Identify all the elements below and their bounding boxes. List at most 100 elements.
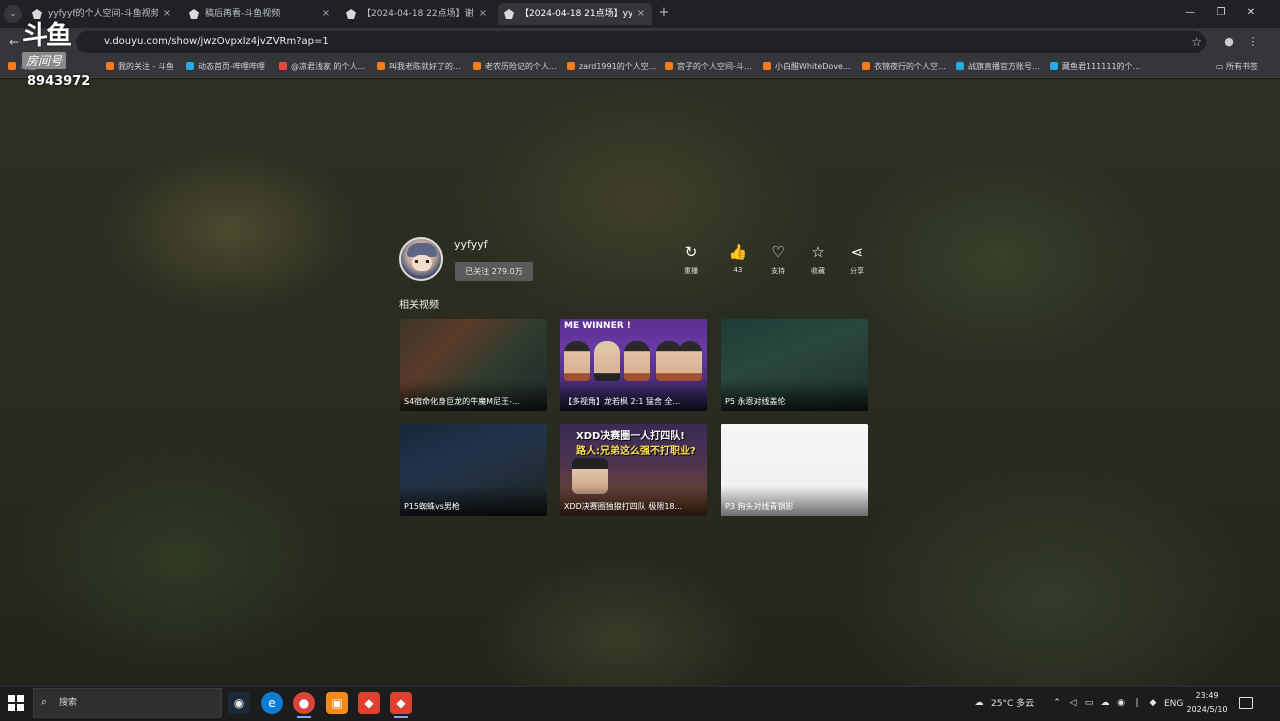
bookmark-label: 老农历险记的个人... (485, 62, 557, 71)
douyu-app-icon-2[interactable]: ◆ (390, 692, 412, 718)
author-name[interactable]: yyfyyf (454, 238, 488, 251)
bookmark-favicon-icon (106, 62, 114, 70)
douyu-tray-icon[interactable]: ◆ (1147, 697, 1159, 709)
address-bar[interactable]: v.douyu.com/show/jwzOvpxlz4jvZVRm?ap=1 ☆ (76, 31, 1206, 53)
microphone-icon[interactable]: ❘ (1131, 697, 1143, 709)
tab-4-active[interactable]: 【2024-04-18 21点场】yyfyyf × (498, 3, 652, 25)
steam-icon[interactable]: ◉ (228, 692, 250, 714)
related-video-card[interactable]: P3 狗头对线青钢影 (721, 424, 868, 516)
close-window-icon[interactable]: ✕ (1241, 4, 1261, 22)
bookmark-1[interactable]: 我的关注 - 斗鱼 (106, 56, 180, 78)
like-count: 43 (733, 266, 743, 274)
bookmark-favicon-icon (665, 62, 673, 70)
language-indicator[interactable]: ENG (1164, 687, 1183, 721)
tab-close-icon[interactable]: × (319, 3, 333, 25)
related-video-card[interactable]: XDD决赛圈一人打四队! 路人:兄弟这么强不打职业? XDD决赛圈独狼打四队 极… (560, 424, 707, 516)
tab-search-button[interactable]: ⌄ (4, 5, 22, 23)
search-icon: ⌕ (41, 695, 48, 708)
bookmark-favicon-icon (8, 62, 16, 70)
chrome-icon[interactable]: ● (293, 692, 315, 718)
speaker-icon[interactable]: ◁ (1067, 697, 1079, 709)
bookmark-label: 宫子的个人空间-斗... (677, 62, 752, 71)
thumbnail-banner-text: XDD决赛圈一人打四队! (576, 431, 685, 442)
bookmark-label: 叫我老陈就好了的... (389, 62, 461, 71)
support-label: 支持 (771, 267, 785, 275)
bookmark-9[interactable]: 衣锦夜行的个人空... (862, 56, 948, 78)
back-arrow-icon[interactable]: ← (5, 33, 23, 51)
taskbar-search-box[interactable]: ⌕ 搜索 (33, 688, 222, 718)
edge-icon[interactable]: e (261, 692, 283, 714)
chevron-up-icon[interactable]: ⌃ (1051, 697, 1063, 709)
bookmark-11[interactable]: 藏鱼君111111的个... (1050, 56, 1142, 78)
bookmark-10[interactable]: 战旗直播官方账号... (956, 56, 1042, 78)
favorite-label: 收藏 (811, 267, 825, 275)
steam-tray-icon[interactable]: ◉ (1115, 697, 1127, 709)
watermark-room-label: 房间号 (22, 52, 67, 69)
bookmark-label: 动态首页-哔哩哔哩 (198, 62, 265, 71)
bookmark-label: 我的关注 - 斗鱼 (118, 62, 174, 71)
bookmark-6[interactable]: zard1991的个人空... (567, 56, 657, 78)
bookmarks-bar: 斗鱼 我的关注 - 斗鱼 动态首页-哔哩哔哩 @凉君浅家 的个人... 叫我老陈… (0, 56, 1280, 78)
url-text[interactable]: v.douyu.com/show/jwzOvpxlz4jvZVRm?ap=1 (104, 31, 329, 53)
browser-toolbar: ← v.douyu.com/show/jwzOvpxlz4jvZVRm?ap=1… (0, 28, 1280, 56)
bookmark-favicon-icon (862, 62, 870, 70)
windows-start-icon[interactable] (8, 695, 24, 711)
all-bookmarks-folder[interactable]: ▭ 所有书签 (1216, 56, 1258, 78)
related-video-card[interactable]: P5 永恩对线盖伦 (721, 319, 868, 411)
bookmark-2[interactable]: 动态首页-哔哩哔哩 (186, 56, 272, 78)
bookmark-3[interactable]: @凉君浅家 的个人... (279, 56, 369, 78)
thumbnail-banner-text: ME WINNER ! (564, 321, 631, 331)
follow-button[interactable]: 已关注 279.0万 (455, 262, 533, 281)
author-avatar[interactable] (399, 237, 443, 281)
clock-time: 23:49 (1195, 691, 1219, 700)
restore-icon[interactable]: ❐ (1211, 4, 1231, 22)
bookmark-label: 小白醋WhiteDove... (775, 62, 851, 71)
bookmark-favicon-icon (1050, 62, 1058, 70)
minimize-icon[interactable]: — (1180, 4, 1200, 22)
related-video-card[interactable]: S4宿命化身巨龙的牛魔M尼王-... (400, 319, 547, 411)
share-button[interactable]: ⋖ 分享 (842, 242, 872, 276)
app-orange-icon[interactable]: ▣ (326, 692, 348, 714)
bookmark-8[interactable]: 小白醋WhiteDove... (763, 56, 853, 78)
profile-icon[interactable]: ● (1221, 34, 1237, 50)
tab-close-icon[interactable]: × (160, 3, 174, 25)
thumbs-up-icon: 👍 (728, 243, 748, 261)
folder-icon: ▭ (1215, 62, 1226, 71)
bookmark-star-icon[interactable]: ☆ (1191, 31, 1202, 53)
bookmark-5[interactable]: 老农历险记的个人... (473, 56, 559, 78)
taskbar-clock[interactable]: 23:49 2024/5/10 (1185, 689, 1229, 717)
bookmark-favicon-icon (279, 62, 287, 70)
cloud-sync-icon[interactable]: ☁ (1099, 697, 1111, 709)
douyu-favicon-icon (32, 9, 42, 19)
bookmark-7[interactable]: 宫子的个人空间-斗... (665, 56, 755, 78)
watermark-room-id: 8943972 (27, 74, 91, 89)
clock-date: 2024/5/10 (1186, 705, 1228, 714)
related-video-card[interactable]: ME WINNER ! 【多视角】龙若枫 2:1 猛舍 全... (560, 319, 707, 411)
share-label: 分享 (850, 267, 864, 275)
weather-cloud-icon: ☁ (974, 698, 984, 708)
star-icon: ☆ (811, 243, 825, 261)
bookmark-label: 战旗直播官方账号... (968, 62, 1040, 71)
bookmark-favicon-icon (956, 62, 964, 70)
tab-close-icon[interactable]: × (476, 3, 490, 25)
network-icon[interactable]: ▭ (1083, 697, 1095, 709)
replay-icon: ↻ (684, 243, 698, 261)
notification-icon[interactable] (1239, 697, 1253, 709)
tab-close-icon[interactable]: × (634, 3, 648, 25)
bookmark-4[interactable]: 叫我老陈就好了的... (377, 56, 463, 78)
tab-2[interactable]: 稿后再看-斗鱼视频 × (183, 3, 337, 25)
bookmark-favicon-icon (186, 62, 194, 70)
favorite-button[interactable]: ☆ 收藏 (803, 242, 833, 276)
new-tab-button[interactable]: + (656, 4, 672, 22)
related-video-card[interactable]: P15蜘蛛vs男枪 (400, 424, 547, 516)
weather-text[interactable]: 25°C 多云 (991, 687, 1034, 721)
replay-button[interactable]: ↻ 重播 (676, 242, 706, 276)
search-placeholder: 搜索 (59, 698, 78, 708)
menu-kebab-icon[interactable]: ⋮ (1245, 34, 1261, 50)
tab-3[interactable]: 【2024-04-18 22点场】谢谢吃 × (340, 3, 494, 25)
support-button[interactable]: ♡ 支持 (763, 242, 793, 276)
bookmark-label: @凉君浅家 的个人... (291, 62, 366, 71)
like-button[interactable]: 👍 43 (723, 242, 753, 274)
douyu-app-icon[interactable]: ◆ (358, 692, 380, 714)
douyu-watermark-logo: 斗鱼 房间号 (22, 22, 90, 70)
